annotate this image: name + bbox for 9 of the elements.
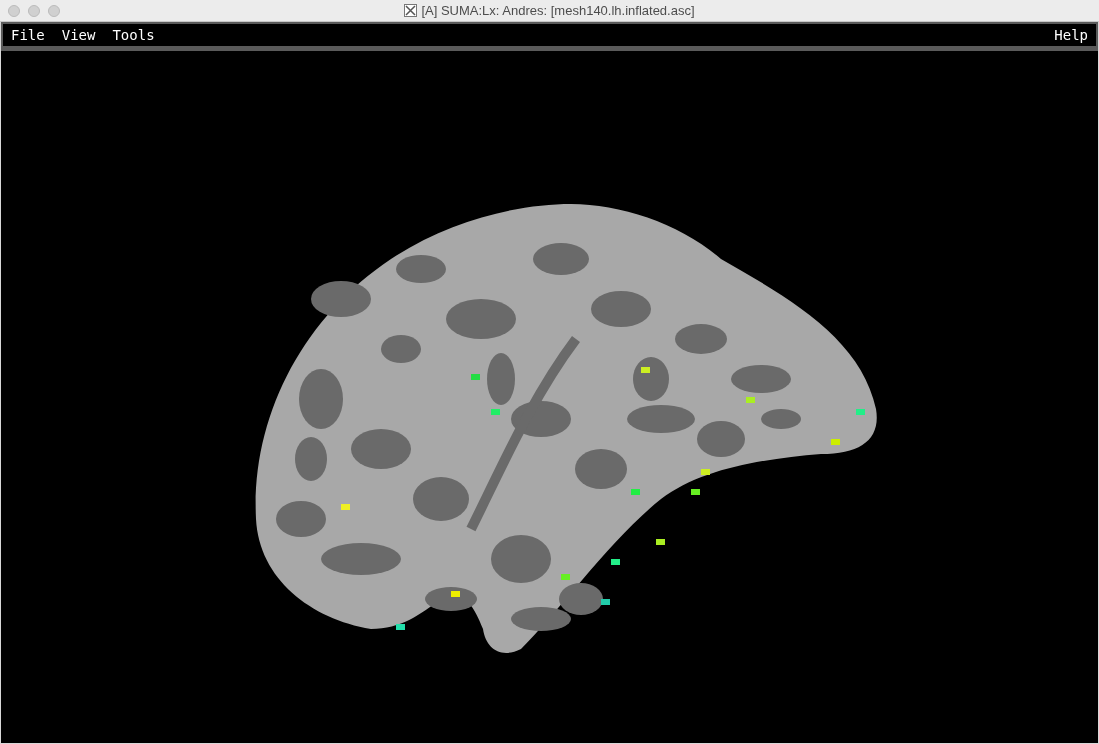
menu-item[interactable]: Help	[1054, 24, 1088, 46]
minimize-button[interactable]	[28, 4, 40, 17]
menu-item[interactable]: File	[11, 24, 45, 46]
menu-item[interactable]: View	[61, 24, 96, 46]
zoom-button[interactable]	[48, 4, 60, 17]
close-button[interactable]	[8, 4, 20, 17]
menu-item[interactable]: Tools	[112, 24, 155, 46]
window-title: [A] SUMA:Lx: Andres: [mesh140.lh.inflated.asc]	[421, 1, 695, 20]
x11-icon	[404, 4, 418, 17]
